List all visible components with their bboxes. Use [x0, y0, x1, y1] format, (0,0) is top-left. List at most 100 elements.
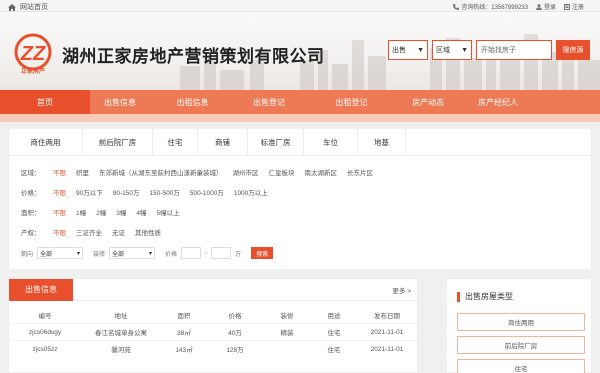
cell-date: 2021-11-01	[370, 345, 404, 353]
tab-parking[interactable]: 车位	[304, 129, 358, 155]
listing-title: 出售信息	[9, 278, 73, 301]
filter-option[interactable]: 南太湖新区	[305, 167, 338, 177]
filter-option[interactable]: 1000万以上	[234, 187, 268, 197]
filter-option[interactable]: 三证齐全	[76, 227, 102, 237]
top-bar: 网站首页 咨询热线：13567999233 登录 注册	[0, 0, 600, 12]
tab-factory-yard[interactable]: 前后院厂房	[83, 129, 153, 155]
filter-option[interactable]: 其他性质	[135, 227, 161, 237]
filter-option[interactable]: 2幢	[96, 207, 106, 217]
column-header: 编号	[38, 312, 52, 320]
home-link[interactable]: 网站首页	[8, 2, 48, 12]
filter-option[interactable]: 不限	[53, 187, 66, 197]
register-icon	[563, 3, 570, 10]
nav-item-rent[interactable]: 出租信息	[150, 90, 235, 114]
filter-option[interactable]: 4幢	[136, 207, 146, 217]
area-select[interactable]: 区域 ▼	[432, 40, 472, 60]
nav-shadow-strip	[0, 114, 600, 122]
home-icon	[8, 3, 16, 11]
filter-option[interactable]: 无证	[112, 227, 125, 237]
filter-option[interactable]: 150-500万	[149, 187, 179, 197]
nav-item-rent-register[interactable]: 出租登记	[303, 90, 400, 114]
filter-option[interactable]: 湖州市区	[233, 167, 259, 177]
tab-standard-factory[interactable]: 标准厂房	[248, 129, 304, 155]
more-link[interactable]: 更多 >	[392, 285, 411, 295]
type-select-value: 出售	[392, 47, 406, 54]
search-placeholder: 开始找房子	[481, 47, 516, 54]
decor-label: 装修	[93, 251, 106, 258]
nav-item-agents[interactable]: 房产经纪人	[456, 90, 540, 114]
sale-listing: 出售信息 更多 > 编号 地址 面积 价格 装修 用途 发布日期 zjcs06d…	[8, 278, 418, 373]
cell-price: 40万	[228, 330, 242, 337]
cell-id: zjcs05zz	[32, 345, 58, 353]
register-link[interactable]: 注册	[563, 2, 584, 11]
site-header: ZZ 正家房产 湖州正家房地产营销策划有限公司 出售 ▼ 区域 ▼ 开始找房子 …	[0, 12, 600, 90]
filter-option[interactable]: 500-1000万	[190, 187, 224, 197]
orientation-select[interactable]: 全部 ▾	[37, 247, 84, 259]
decor-select[interactable]: 全部 ▾	[109, 247, 156, 259]
type-select[interactable]: 出售 ▼	[388, 40, 428, 60]
filter-option[interactable]: 长东片区	[347, 167, 373, 177]
filter-row-deed: 产权： 不限 三证齐全 无证 其他性质	[21, 227, 161, 237]
sidebar-item-commercial-residential[interactable]: 商住两用	[457, 313, 585, 331]
filter-option[interactable]: 仁皇板块	[269, 167, 295, 177]
filter-option[interactable]: 90万以下	[76, 187, 103, 197]
advanced-filter-controls: 朝向 全部 ▾ 装修 全部 ▾ 价格 - 万 搜索	[21, 247, 274, 259]
price-max-input[interactable]	[211, 247, 232, 259]
cell-address[interactable]: 馨河苑	[81, 344, 161, 354]
sidebar-item-residential[interactable]: 住宅	[457, 359, 585, 373]
filter-option[interactable]: 5幢以上	[157, 207, 180, 217]
cell-usage: 住宅	[327, 330, 341, 337]
hotline-label: 咨询热线：13567999233	[461, 5, 528, 11]
filter-search-button[interactable]: 搜索	[251, 247, 274, 259]
filter-option[interactable]: 不限	[53, 167, 66, 177]
nav-item-sale-register[interactable]: 出售登记	[235, 90, 303, 114]
filter-row-size: 面积： 不限 1幢 2幢 3幢 4幢 5幢以上	[21, 207, 180, 217]
filter-deed-label: 产权：	[21, 230, 41, 237]
filter-option[interactable]: 3幢	[116, 207, 126, 217]
sidebar-item-factory-yard[interactable]: 前后院厂房	[457, 336, 585, 354]
property-type-tabs: 商住两用 前后院厂房 住宅 商铺 标准厂房 车位 地基	[9, 129, 591, 156]
login-label: 登录	[543, 5, 556, 11]
search-input[interactable]: 开始找房子	[476, 40, 552, 60]
main-nav: 首页 出售信息 出租信息 出售登记 出租登记 房产动态 房产经纪人	[0, 90, 600, 114]
cell-area: 143㎡	[175, 347, 193, 354]
filter-option[interactable]: 90-150万	[113, 187, 140, 197]
search-button[interactable]: 搜房源	[556, 40, 590, 60]
cell-address[interactable]: 春江名城单身公寓	[81, 327, 161, 337]
filter-option[interactable]: 不限	[53, 207, 66, 217]
filter-option[interactable]: 不限	[53, 227, 66, 237]
tab-shop[interactable]: 商铺	[198, 129, 248, 155]
tab-land[interactable]: 地基	[358, 129, 406, 155]
user-icon	[535, 3, 542, 10]
column-header: 地址	[114, 312, 128, 320]
filter-size-label: 面积：	[21, 210, 41, 217]
nav-item-sale[interactable]: 出售信息	[90, 90, 150, 114]
column-header: 价格	[228, 312, 242, 320]
tab-residential[interactable]: 住宅	[153, 129, 198, 155]
price-min-input[interactable]	[181, 247, 202, 259]
listing-header: 出售信息 更多 >	[9, 278, 417, 301]
filter-panel: 商住两用 前后院厂房 住宅 商铺 标准厂房 车位 地基 区域： 不限 织里 东郊…	[8, 128, 592, 270]
company-name: 湖州正家房地产营销策划有限公司	[62, 47, 325, 66]
nav-item-news[interactable]: 房产动态	[400, 90, 456, 114]
search-area: 出售 ▼ 区域 ▼ 开始找房子 搜房源	[388, 40, 590, 60]
listing-table-header: 编号 地址 面积 价格 装修 用途 发布日期	[9, 306, 417, 323]
chevron-down-icon: ▾	[149, 250, 153, 257]
sidebar-title: 出售房屋类型	[457, 291, 513, 302]
cell-date: 2021-11-01	[370, 328, 404, 336]
filter-option[interactable]: 织里	[76, 167, 89, 177]
filter-row-area: 区域： 不限 织里 东郊新城（从湖东至荻村西山漾新童装城） 湖州市区 仁皇板块 …	[21, 167, 373, 177]
sidebar-title-label: 出售房屋类型	[465, 292, 513, 301]
nav-item-home[interactable]: 首页	[0, 90, 90, 114]
table-row[interactable]: zjcs06dsgy 春江名城单身公寓 38㎡ 40万 精装 住宅 2021-1…	[9, 323, 417, 340]
area-select-value: 区域	[436, 47, 450, 54]
login-link[interactable]: 登录	[535, 2, 556, 11]
filter-area-label: 区域：	[21, 170, 41, 177]
price-range-label: 价格	[165, 251, 178, 258]
title-accent-bar	[457, 291, 460, 302]
table-row[interactable]: zjcs05zz 馨河苑 143㎡ 128万 住宅 2021-11-01	[9, 340, 417, 357]
tab-commercial-residential[interactable]: 商住两用	[9, 129, 83, 155]
phone-icon	[453, 3, 460, 10]
filter-option[interactable]: 1幢	[76, 207, 86, 217]
filter-option[interactable]: 东郊新城（从湖东至荻村西山漾新童装城）	[99, 167, 223, 177]
